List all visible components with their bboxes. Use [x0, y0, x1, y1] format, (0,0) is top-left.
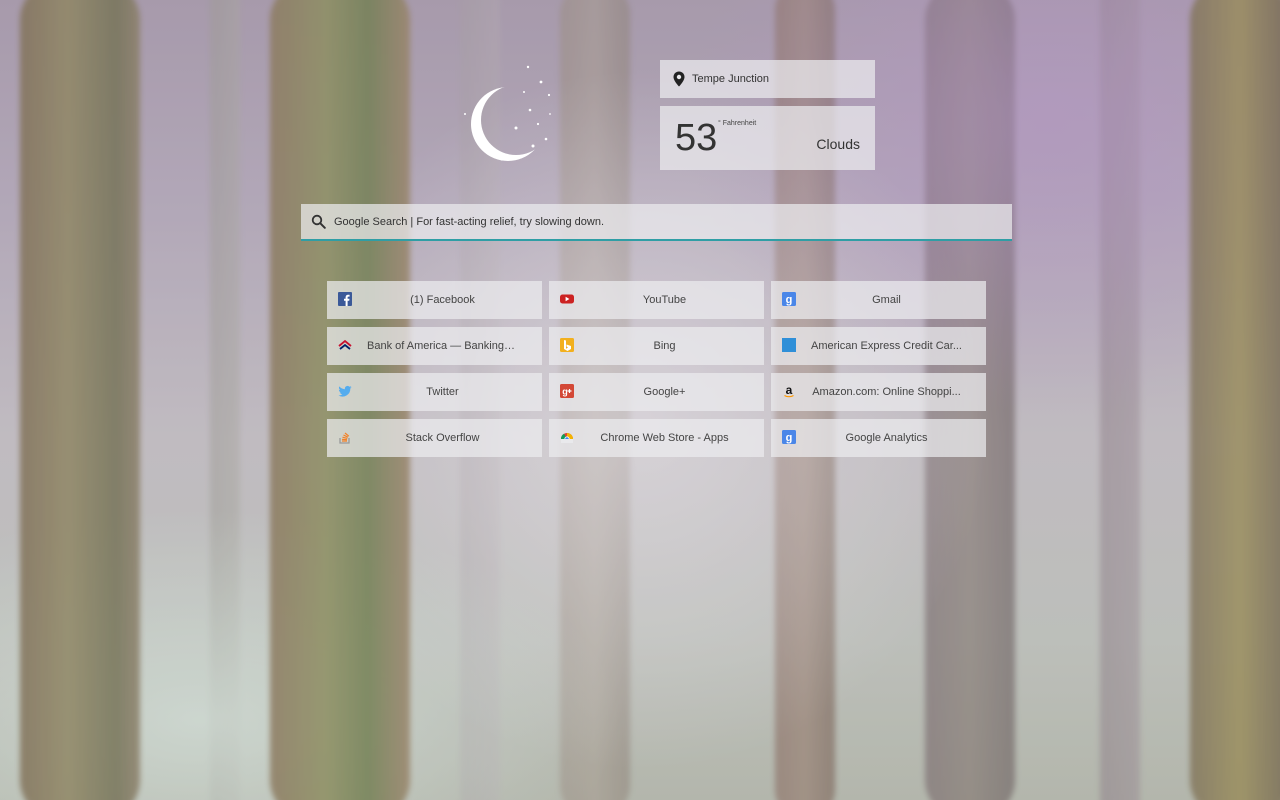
stack-overflow-icon	[339, 432, 350, 444]
location-name: Tempe Junction	[692, 73, 770, 85]
bing-icon	[560, 338, 574, 352]
google-icon: g	[782, 430, 796, 444]
tile-youtube[interactable]: YouTube	[549, 281, 764, 319]
crescent-moon-icon	[464, 65, 551, 161]
svg-text:g: g	[786, 294, 793, 306]
search-bar[interactable]	[301, 204, 1012, 241]
tile-label: Amazon.com: Online Shoppi...	[812, 386, 961, 398]
svg-text:g: g	[786, 432, 793, 444]
tile-label: (1) Facebook	[410, 294, 475, 306]
youtube-icon	[560, 294, 574, 304]
tile-label: Bing	[653, 340, 676, 352]
weather-widget[interactable]: 53 ° Fahrenheit Clouds	[660, 106, 875, 170]
search-input[interactable]	[332, 214, 1012, 229]
map-pin-icon	[673, 71, 685, 87]
bank-of-america-icon	[338, 339, 352, 350]
location-widget[interactable]: Tempe Junction	[660, 60, 875, 98]
tile-stack-overflow[interactable]: Stack Overflow	[327, 419, 542, 457]
tile-chrome-web-store[interactable]: Chrome Web Store - Apps	[549, 419, 764, 457]
american-express-icon	[782, 338, 796, 352]
tile-amazon[interactable]: a Amazon.com: Online Shoppi...	[771, 373, 986, 411]
tile-label: Chrome Web Store - Apps	[600, 432, 729, 444]
search-icon	[311, 214, 326, 229]
svg-text:g: g	[562, 387, 568, 397]
svg-text:a: a	[786, 384, 793, 397]
tile-gmail[interactable]: g Gmail	[771, 281, 986, 319]
google-plus-icon: g	[560, 384, 574, 398]
temperature-value: 53	[675, 117, 718, 159]
chrome-web-store-icon	[561, 433, 573, 443]
tile-label: American Express Credit Car...	[811, 340, 962, 352]
tile-twitter[interactable]: Twitter	[327, 373, 542, 411]
tile-american-express[interactable]: American Express Credit Car...	[771, 327, 986, 365]
tile-google-analytics[interactable]: g Google Analytics	[771, 419, 986, 457]
google-icon: g	[782, 292, 796, 306]
twitter-icon	[338, 385, 352, 397]
tile-label: Google Analytics	[845, 432, 928, 444]
tile-label: Bank of America — Banking, ...	[367, 340, 520, 352]
temperature-unit: ° Fahrenheit	[718, 120, 757, 127]
tile-label: YouTube	[642, 294, 687, 306]
tile-bing[interactable]: Bing	[549, 327, 764, 365]
tile-facebook[interactable]: (1) Facebook	[327, 281, 542, 319]
facebook-icon	[338, 292, 352, 306]
amazon-icon: a	[784, 384, 794, 398]
tile-label: Gmail	[872, 294, 901, 306]
weather-condition: Clouds	[816, 136, 860, 152]
tile-label: Stack Overflow	[405, 432, 480, 444]
tile-bank-of-america[interactable]: Bank of America — Banking, ...	[327, 327, 542, 365]
tile-label: Google+	[643, 386, 686, 398]
tile-google-plus[interactable]: g Google+	[549, 373, 764, 411]
tile-label: Twitter	[426, 386, 459, 398]
